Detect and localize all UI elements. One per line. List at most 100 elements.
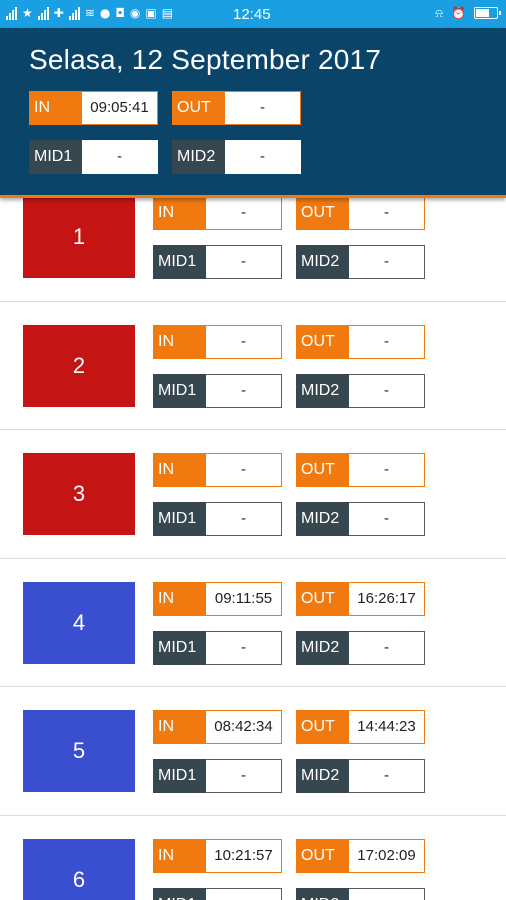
list-item[interactable]: 4 IN 09:11:55 OUT 16:26:17 MID1- MID2- [0,558,506,687]
in-value: - [206,196,282,230]
attendance-list[interactable]: 1 IN - OUT - MID1- MID2- 2 IN - OUT - MID1- … [0,173,506,900]
mid2-value: - [349,502,425,536]
in-chip: IN - [153,453,282,487]
status-icons-left: ★ ✚ ≋ ● ◘ ◉ ▣ ▤ [6,5,173,21]
list-item[interactable]: 3 IN - OUT - MID1- MID2- [0,430,506,559]
out-value: - [349,196,425,230]
out-value: 16:26:17 [349,581,425,616]
mid1-label: MID1 [153,887,206,900]
day-number: 3 [23,453,135,535]
out-label: OUT [172,91,225,125]
mid1-value: - [206,245,282,279]
out-chip: OUT 16:26:17 [296,581,425,616]
mid1-chip: MID1- [153,373,282,408]
mid2-value: - [349,245,425,279]
battery-icon [474,7,501,19]
status-time: 12:45 [233,6,271,23]
in-value: 09:11:55 [206,581,282,616]
notification-icon: ⍾ [435,6,444,20]
in-chip: IN - [153,196,282,230]
out-value: 17:02:09 [349,838,425,873]
facebook-icon: ▣ [145,6,157,20]
wifi-icon: ≋ [84,6,95,20]
mid2-chip: MID2 [296,887,425,900]
mid2-value: - [349,759,425,793]
in-chip: IN 10:21:57 [153,838,282,873]
out-chip: OUT 17:02:09 [296,838,425,873]
messenger-icon: ● [99,6,111,20]
today-out-chip: OUT - [172,91,301,125]
list-item[interactable]: 2 IN - OUT - MID1- MID2- [0,301,506,430]
in-value: 10:21:57 [206,838,282,873]
in-label: IN [153,581,206,616]
day-number: 2 [23,324,135,407]
mid1-label: MID1 [153,373,206,408]
mid1-chip: MID1 [153,887,282,900]
mid1-value: - [82,140,158,174]
alarm-icon: ⏰ [451,6,466,20]
mid1-label: MID1 [153,245,206,279]
out-label: OUT [296,196,349,230]
attendance-screen: ★ ✚ ≋ ● ◘ ◉ ▣ ▤ 12:45 ⍾ ⏰ Selasa, 12 Sep… [0,0,506,900]
in-value: 09:05:41 [82,91,158,125]
today-header: Selasa, 12 September 2017 IN 09:05:41 OU… [0,28,506,198]
out-chip: OUT - [296,453,425,487]
in-label: IN [153,324,206,359]
in-label: IN [153,196,206,230]
day-number: 5 [23,710,135,792]
mid1-value: - [206,502,282,536]
mid2-label: MID2 [172,140,225,174]
day-number: 6 [23,838,135,900]
out-chip: OUT 14:44:23 [296,710,425,744]
mid1-value: - [206,759,282,793]
in-label: IN [153,838,206,873]
in-value: - [206,324,282,359]
mid2-value: - [349,630,425,665]
out-chip: OUT - [296,196,425,230]
out-value: - [349,324,425,359]
mid2-label: MID2 [296,887,349,900]
day-number: 1 [23,196,135,278]
mid1-label: MID1 [153,502,206,536]
mid2-label: MID2 [296,630,349,665]
mid2-chip: MID2- [296,759,425,793]
chat-icon: ▤ [161,6,174,20]
mid2-label: MID2 [296,245,349,279]
status-icons-right: ⍾ ⏰ [435,5,501,21]
mid1-chip: MID1- [153,630,282,665]
in-chip: IN 08:42:34 [153,710,282,744]
in-label: IN [29,91,82,125]
in-value: - [206,453,282,487]
mid1-label: MID1 [153,759,206,793]
out-label: OUT [296,710,349,744]
mid1-value [206,887,282,900]
list-item[interactable]: 5 IN 08:42:34 OUT 14:44:23 MID1- MID2- [0,687,506,816]
signal-icon [6,6,17,20]
in-label: IN [153,710,206,744]
instagram-icon: ◘ [115,6,125,20]
today-in-chip: IN 09:05:41 [29,91,158,125]
mid2-chip: MID2- [296,245,425,279]
out-label: OUT [296,324,349,359]
mid1-label: MID1 [153,630,206,665]
mid1-chip: MID1- [153,245,282,279]
list-item[interactable]: 6 IN10:21:57 OUT17:02:09 MID1 MID2 [0,815,506,900]
mid1-chip: MID1- [153,502,282,536]
out-label: OUT [296,453,349,487]
whatsapp-icon: ◉ [129,6,141,20]
pin-icon: ✚ [53,6,64,20]
mid1-label: MID1 [29,140,82,174]
mid2-value [349,887,425,900]
out-value: 14:44:23 [349,710,425,744]
out-value: - [349,453,425,487]
day-number: 4 [23,581,135,664]
mid1-value: - [206,630,282,665]
out-label: OUT [296,581,349,616]
mid2-label: MID2 [296,373,349,408]
out-value: - [225,91,301,125]
today-date: Selasa, 12 September 2017 [29,44,382,75]
in-value: 08:42:34 [206,710,282,744]
mid2-label: MID2 [296,502,349,536]
today-mid1-chip: MID1 - [29,140,158,174]
in-chip: IN - [153,324,282,359]
